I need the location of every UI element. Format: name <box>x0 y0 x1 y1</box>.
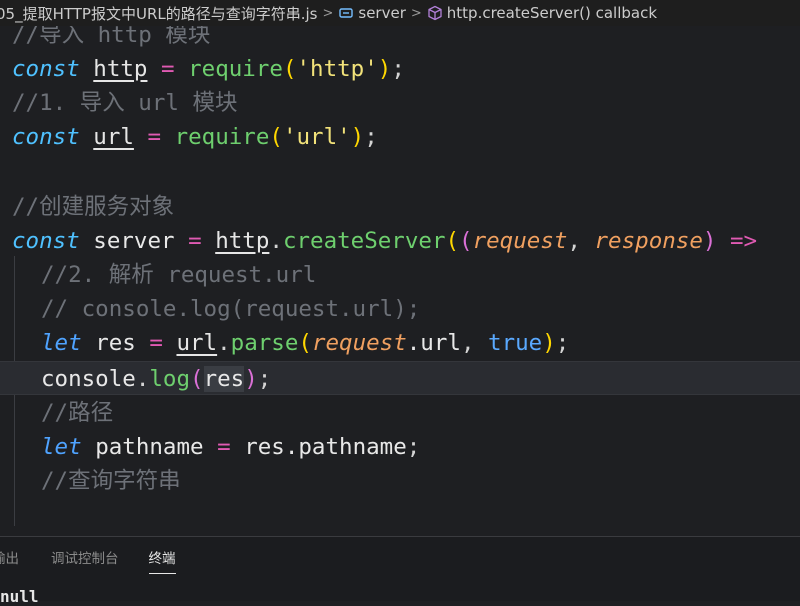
tab-debug-console[interactable]: 调试控制台 <box>51 547 119 573</box>
paren: ( <box>298 330 312 356</box>
code-line-3[interactable]: //1. 导入 url 模块 <box>0 86 800 120</box>
function-name: parse <box>230 330 299 356</box>
semicolon: ; <box>257 366 272 392</box>
identifier: url <box>93 124 134 150</box>
property: .pathname <box>284 434 407 460</box>
code-line-1[interactable]: //导入 http 模块 <box>0 26 800 52</box>
identifier-highlighted: res <box>203 366 245 392</box>
keyword: let <box>41 330 82 356</box>
identifier: http <box>93 56 148 82</box>
code-line-8[interactable]: //2. 解析 request.url <box>0 258 800 292</box>
parameter: request <box>472 228 568 254</box>
property: .url <box>406 330 461 356</box>
operator: = <box>149 330 163 356</box>
identifier: res <box>95 330 136 356</box>
comma: , <box>567 228 581 254</box>
comment: //2. 解析 request.url <box>41 262 317 288</box>
operator: = <box>188 228 202 254</box>
keyword: const <box>12 56 80 82</box>
bottom-panel: 输出 调试控制台 终端 null <box>0 536 800 606</box>
comment: //1. 导入 url 模块 <box>12 90 238 116</box>
dot: . <box>217 330 231 356</box>
paren: ( <box>190 366 204 392</box>
terminal-output: null <box>0 587 39 606</box>
identifier: url <box>176 330 218 356</box>
code-line-6[interactable]: //创建服务对象 <box>0 190 800 224</box>
semicolon: ; <box>391 56 405 82</box>
paren: ) <box>377 56 392 82</box>
function-name: createServer <box>282 228 446 254</box>
function-name: log <box>149 366 191 392</box>
parameter: response <box>594 228 703 254</box>
keyword: const <box>12 228 80 254</box>
paren: ) <box>350 124 365 150</box>
identifier: pathname <box>95 434 204 460</box>
operator: = <box>217 434 231 460</box>
parameter: request <box>311 330 407 356</box>
paren: ) <box>244 366 258 392</box>
operator: = <box>161 56 175 82</box>
comment: //导入 http 模块 <box>12 26 211 48</box>
string-literal: 'url' <box>282 124 351 150</box>
breadcrumb-symbol-callback[interactable]: http.createServer() callback <box>447 4 657 22</box>
breadcrumb: 05_提取HTTP报文中URL的路径与查询字符串.js > server > h… <box>0 0 800 26</box>
comment: //路径 <box>41 400 114 426</box>
identifier: console <box>41 366 136 392</box>
keyword: const <box>12 124 80 150</box>
code-line-2[interactable]: const http = require('http'); <box>0 52 800 86</box>
paren: ( <box>282 56 297 82</box>
semicolon: ; <box>555 330 570 356</box>
keyword: let <box>41 434 82 460</box>
dot: . <box>135 366 150 392</box>
code-line-4[interactable]: const url = require('url'); <box>0 120 800 154</box>
semicolon: ; <box>406 434 421 460</box>
identifier: http <box>215 228 270 254</box>
code-editor[interactable]: //导入 http 模块 const http = require('http'… <box>0 26 800 536</box>
cube-icon <box>427 5 443 21</box>
paren: ) <box>542 330 556 356</box>
code-line-9[interactable]: // console.log(request.url); <box>0 292 800 326</box>
paren: ( <box>445 228 460 254</box>
semicolon: ; <box>364 124 378 150</box>
breadcrumb-separator: > <box>322 5 334 21</box>
code-line-14[interactable]: //查询字符串 <box>0 464 800 498</box>
tab-terminal[interactable]: 终端 <box>148 547 176 574</box>
arrow-operator: => <box>729 228 758 254</box>
comment: //查询字符串 <box>41 468 181 494</box>
breadcrumb-file[interactable]: 05_提取HTTP报文中URL的路径与查询字符串.js <box>0 3 317 24</box>
tab-output[interactable]: 输出 <box>0 547 19 573</box>
comma: , <box>460 330 475 356</box>
identifier: res <box>244 434 285 460</box>
identifier: server <box>93 228 175 254</box>
panel-tabs: 输出 调试控制台 终端 <box>0 545 206 575</box>
paren: ( <box>459 228 473 254</box>
comment: //创建服务对象 <box>12 194 175 220</box>
boolean-literal: true <box>488 330 543 356</box>
dot: . <box>269 228 283 254</box>
code-line-13[interactable]: let pathname = res.pathname; <box>0 430 800 464</box>
function-name: require <box>188 56 283 82</box>
comment: // console.log(request.url); <box>41 296 421 322</box>
variable-icon <box>338 5 354 21</box>
paren: ( <box>269 124 283 150</box>
function-name: require <box>174 124 270 150</box>
code-line-10[interactable]: let res = url.parse(request.url, true); <box>0 326 800 360</box>
code-line-12[interactable]: //路径 <box>0 396 800 430</box>
breadcrumb-separator: > <box>410 5 422 21</box>
paren: ) <box>702 228 717 254</box>
code-line-11-current[interactable]: console.log(res); <box>0 361 800 395</box>
operator: = <box>147 124 162 150</box>
breadcrumb-symbol-server[interactable]: server <box>358 4 405 22</box>
string-literal: 'http' <box>296 56 378 82</box>
code-line-7[interactable]: const server = http.createServer((reques… <box>0 224 800 258</box>
